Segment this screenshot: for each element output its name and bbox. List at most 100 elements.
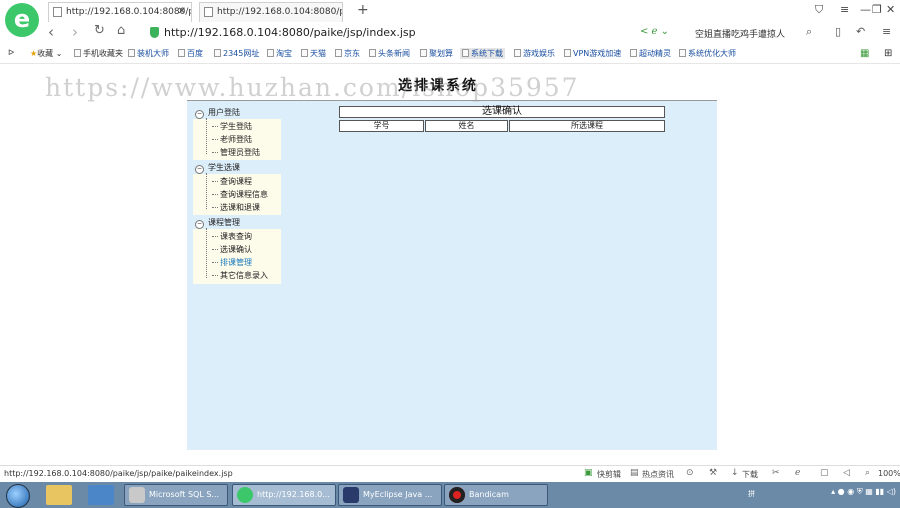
news-icon[interactable]: ▤ bbox=[630, 468, 639, 478]
bookmark-item[interactable]: 淘宝 bbox=[267, 48, 292, 59]
minimize-icon[interactable]: — bbox=[860, 3, 871, 16]
system-tray-icons[interactable]: ▴ ● ◉ ⛨ ▦ ▮▮ ◁) bbox=[831, 487, 896, 497]
taskbar-bandicam[interactable]: Bandicam bbox=[444, 484, 548, 506]
menu-item-admin-login[interactable]: 管理员登陆 bbox=[212, 147, 260, 158]
bookmark-item[interactable]: 百度 bbox=[178, 48, 203, 59]
menu-item-schedule-query[interactable]: 课表查询 bbox=[212, 231, 252, 242]
tools-icon[interactable]: ⚒ bbox=[709, 468, 717, 478]
status-item-download[interactable]: 下载 bbox=[742, 469, 758, 480]
bookmark-item[interactable]: 2345网址 bbox=[214, 48, 259, 59]
menu-group-course-select[interactable]: − 学生选课 bbox=[195, 162, 240, 174]
zoom-level[interactable]: 100% bbox=[878, 469, 900, 478]
page-icon bbox=[462, 49, 469, 57]
shield-icon bbox=[150, 27, 159, 38]
taskbar-sql-server[interactable]: Microsoft SQL S... bbox=[124, 484, 228, 506]
page-icon bbox=[630, 49, 637, 57]
sidebar-toggle-icon[interactable]: ᐅ bbox=[8, 48, 14, 57]
menu-item-query-course-info[interactable]: 查询课程信息 bbox=[212, 189, 268, 200]
start-button[interactable] bbox=[6, 484, 30, 508]
page-icon bbox=[204, 7, 213, 17]
bookmark-item[interactable]: 聚划算 bbox=[420, 48, 453, 59]
bookmark-item[interactable]: 头条新闻 bbox=[369, 48, 410, 59]
speaker-icon[interactable]: ◁ bbox=[843, 468, 850, 478]
column-header-student-id: 学号 bbox=[339, 120, 424, 132]
home-icon[interactable]: ⌂ bbox=[117, 23, 125, 38]
forward-icon[interactable]: › bbox=[72, 23, 78, 41]
web-page: 选排课系统 − 用户登陆 学生登陆 老师登陆 管理员登陆 − 学生选课 查询课程 查… bbox=[0, 64, 900, 464]
search-icon[interactable]: ⌕ bbox=[806, 25, 812, 39]
ime-indicator[interactable]: 拼 bbox=[748, 489, 755, 499]
bookmark-icon[interactable]: ▯ bbox=[835, 25, 841, 38]
browser-tab-strip: http://192.168.0.104:8080/pai ✕ http://1… bbox=[0, 0, 900, 23]
bookmark-item[interactable]: 系统下载 bbox=[460, 48, 505, 59]
status-item-hot-news[interactable]: 热点资讯 bbox=[642, 469, 674, 480]
menu-item-student-login[interactable]: 学生登陆 bbox=[212, 121, 252, 132]
refresh-icon[interactable]: ↻ bbox=[94, 23, 105, 38]
menu-icon[interactable]: ≡ bbox=[840, 3, 849, 16]
browser-tab[interactable]: http://192.168.0.104:8080/pai bbox=[199, 2, 343, 22]
bookmark-item[interactable]: 系统优化大师 bbox=[679, 48, 736, 59]
status-item-quick-clip[interactable]: 快剪辑 bbox=[597, 469, 621, 480]
status-bar: http://192.168.0.104:8080/paike/jsp/paik… bbox=[0, 465, 900, 483]
circle-icon[interactable]: ⊙ bbox=[686, 468, 694, 478]
download-icon[interactable]: ↓ bbox=[731, 468, 739, 478]
menu-item-query-course[interactable]: 查询课程 bbox=[212, 176, 252, 187]
bookmark-item[interactable]: VPN游戏加速 bbox=[564, 48, 621, 59]
status-url: http://192.168.0.104:8080/paike/jsp/paik… bbox=[4, 469, 233, 478]
bookmarks-bar: ᐅ ★收藏 ⌄ 手机收藏夹 装机大师 百度 2345网址 淘宝 天猫 京东 头条… bbox=[0, 44, 900, 64]
record-icon bbox=[449, 487, 465, 503]
shirt-icon[interactable]: ⛉ bbox=[815, 3, 823, 17]
page-icon bbox=[679, 49, 686, 57]
share-icon[interactable]: < ℯ ⌄ bbox=[640, 26, 669, 37]
sql-server-icon bbox=[129, 487, 145, 503]
collapse-icon[interactable]: − bbox=[195, 220, 204, 229]
address-bar-row: ‹ › ↻ ⌂ http://192.168.0.104:8080/paike/… bbox=[0, 22, 900, 44]
bookmark-mobile[interactable]: 手机收藏夹 bbox=[74, 48, 123, 59]
url-input[interactable]: http://192.168.0.104:8080/paike/jsp/inde… bbox=[164, 26, 416, 39]
hamburger-menu-icon[interactable]: ≡ bbox=[882, 25, 891, 38]
menu-item-teacher-login[interactable]: 老师登陆 bbox=[212, 134, 252, 145]
close-icon[interactable]: ✕ bbox=[178, 3, 186, 21]
zoom-icon[interactable]: ⌕ bbox=[865, 468, 870, 478]
bookmark-item[interactable]: 京东 bbox=[335, 48, 360, 59]
window-icon[interactable]: ▢ bbox=[820, 468, 829, 478]
bookmark-favorites[interactable]: ★收藏 ⌄ bbox=[30, 48, 62, 59]
page-icon bbox=[301, 49, 308, 57]
folder-icon[interactable] bbox=[46, 485, 72, 505]
menu-item-select-drop[interactable]: 选课和退课 bbox=[212, 202, 260, 213]
browser-tab-active[interactable]: http://192.168.0.104:8080/pai ✕ bbox=[48, 2, 192, 23]
tree-line bbox=[206, 173, 207, 209]
bookmark-item[interactable]: 装机大师 bbox=[128, 48, 169, 59]
bookmark-item[interactable]: 游戏娱乐 bbox=[514, 48, 555, 59]
menu-group-course-manage[interactable]: − 课程管理 bbox=[195, 217, 240, 229]
search-suggestion[interactable]: 空姐直播吃鸡手遭掠人 bbox=[695, 27, 785, 40]
collapse-icon[interactable]: − bbox=[195, 165, 204, 174]
taskbar-myeclipse[interactable]: MyEclipse Java ... bbox=[338, 484, 442, 506]
menu-item-schedule-manage[interactable]: 排课管理 bbox=[212, 257, 252, 268]
browser-icon bbox=[237, 487, 253, 503]
page-icon bbox=[335, 49, 342, 57]
clip-icon[interactable]: ▣ bbox=[584, 468, 593, 478]
menu-item-selection-confirm[interactable]: 选课确认 bbox=[212, 244, 252, 255]
myeclipse-icon bbox=[343, 487, 359, 503]
grid-icon[interactable]: ⊞ bbox=[884, 48, 892, 59]
cut-icon[interactable]: ✂ bbox=[772, 468, 780, 478]
back-icon[interactable]: ‹ bbox=[48, 23, 54, 41]
restore-icon[interactable]: ❐ bbox=[872, 3, 882, 16]
browser-logo-icon[interactable]: e bbox=[5, 3, 39, 37]
bird-icon[interactable] bbox=[88, 485, 114, 505]
phone-icon bbox=[74, 49, 81, 57]
column-header-name: 姓名 bbox=[425, 120, 508, 132]
menu-item-other-info-entry[interactable]: 其它信息录入 bbox=[212, 270, 268, 281]
close-window-icon[interactable]: ✕ bbox=[886, 3, 895, 16]
bookmark-item[interactable]: 天猫 bbox=[301, 48, 326, 59]
extension-icon[interactable]: ▦ bbox=[860, 48, 869, 59]
undo-icon[interactable]: ↶ bbox=[856, 25, 865, 38]
bookmark-item[interactable]: 超动精灵 bbox=[630, 48, 671, 59]
ie-icon[interactable]: ℯ bbox=[795, 468, 800, 478]
new-tab-button[interactable]: + bbox=[357, 2, 369, 18]
page-icon bbox=[128, 49, 135, 57]
taskbar-browser[interactable]: http://192.168.0... bbox=[232, 484, 336, 506]
menu-group-user-login[interactable]: − 用户登陆 bbox=[195, 107, 240, 119]
collapse-icon[interactable]: − bbox=[195, 110, 204, 119]
